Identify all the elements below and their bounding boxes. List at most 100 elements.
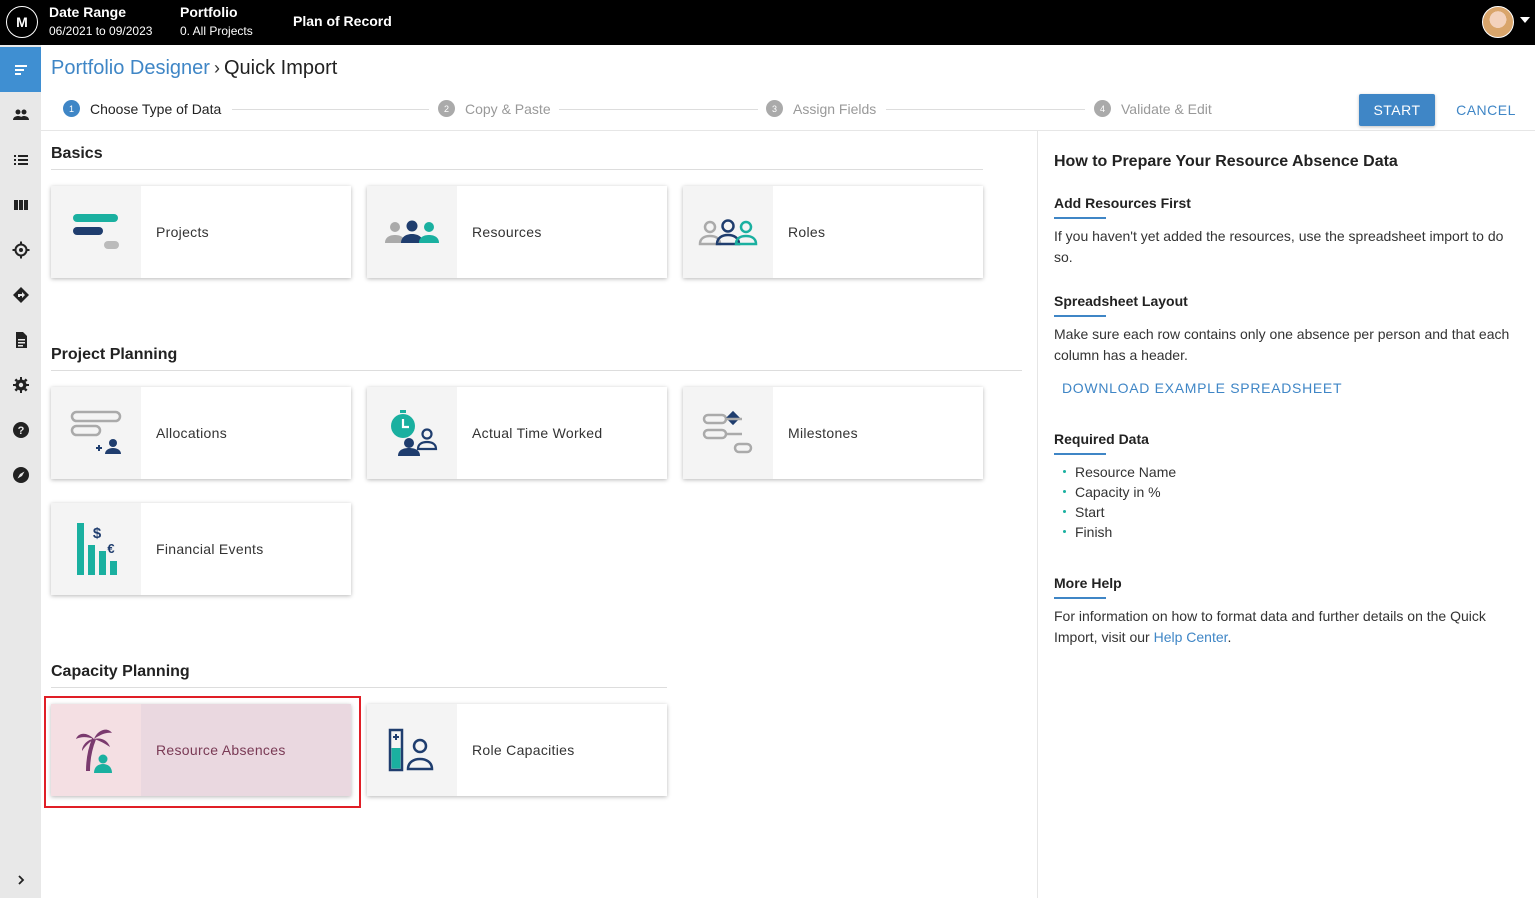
card-roles[interactable]: Roles — [683, 186, 983, 278]
section-title-capacity-planning: Capacity Planning — [51, 663, 190, 680]
left-nav: ? — [0, 45, 41, 898]
heading-underline — [1054, 453, 1106, 455]
chevron-down-icon[interactable] — [1520, 17, 1530, 23]
help-text-end: . — [1227, 629, 1232, 645]
help-center-link[interactable]: Help Center — [1154, 629, 1228, 645]
card-projects[interactable]: Projects — [51, 186, 351, 278]
step-choose-type[interactable]: 1 Choose Type of Data — [63, 100, 221, 117]
people-icon[interactable] — [0, 92, 41, 137]
portfolio-label: Portfolio — [180, 4, 238, 20]
app-logo[interactable]: M — [6, 6, 38, 38]
help-text: Make sure each row contains only one abs… — [1054, 326, 1510, 363]
breadcrumb: Portfolio Designer › Quick Import — [51, 56, 337, 80]
step-connector — [886, 109, 1085, 110]
date-range-value: 06/2021 to 09/2023 — [49, 24, 153, 38]
portfolio-selector[interactable]: Portfolio 0. All Projects — [180, 4, 253, 39]
card-milestones[interactable]: Milestones — [683, 387, 983, 479]
role-capacities-icon — [367, 704, 457, 796]
top-bar: M Date Range 06/2021 to 09/2023 Portfoli… — [0, 0, 1535, 45]
card-label: Resources — [472, 224, 542, 240]
divider — [41, 130, 1535, 131]
section-title-project-planning: Project Planning — [51, 346, 178, 363]
columns-icon[interactable] — [0, 182, 41, 227]
list-item: Resource Name — [1054, 462, 1524, 482]
divider — [51, 169, 983, 170]
card-financial-events[interactable]: $ € Financial Events — [51, 503, 351, 595]
heading-underline — [1054, 597, 1106, 599]
menu-icon[interactable] — [0, 47, 41, 92]
help-heading: Required Data — [1054, 431, 1149, 447]
card-label: Actual Time Worked — [472, 425, 603, 441]
plan-selector[interactable]: Plan of Record — [293, 13, 392, 29]
step-number: 2 — [438, 100, 455, 117]
svg-text:?: ? — [17, 425, 24, 437]
gear-icon[interactable] — [0, 362, 41, 407]
help-panel-title-wrap: How to Prepare Your Resource Absence Dat… — [1054, 153, 1524, 171]
step-label: Choose Type of Data — [90, 100, 222, 117]
document-icon[interactable] — [0, 317, 41, 362]
step-number: 3 — [766, 100, 783, 117]
compass-icon[interactable] — [0, 452, 41, 497]
list-item: Start — [1054, 502, 1524, 522]
breadcrumb-portfolio-designer[interactable]: Portfolio Designer — [51, 57, 210, 79]
help-heading: Add Resources First — [1054, 195, 1191, 211]
page-title: Quick Import — [223, 57, 338, 79]
list-icon[interactable] — [0, 137, 41, 182]
card-label: Projects — [156, 224, 209, 240]
step-label: Validate & Edit — [1121, 100, 1212, 117]
help-text: If you haven't yet added the resources, … — [1054, 228, 1504, 265]
step-assign-fields[interactable]: 3 Assign Fields — [766, 100, 876, 117]
heading-underline — [1054, 315, 1106, 317]
card-role-capacities[interactable]: Role Capacities — [367, 704, 667, 796]
card-resources[interactable]: Resources — [367, 186, 667, 278]
help-section-required: Required Data Resource Name Capacity in … — [1054, 431, 1524, 542]
step-validate-edit[interactable]: 4 Validate & Edit — [1094, 100, 1212, 117]
card-label: Allocations — [156, 425, 228, 441]
help-section-add-resources: Add Resources First If you haven't yet a… — [1054, 195, 1524, 268]
logo-text: M — [16, 14, 28, 30]
avatar[interactable] — [1482, 6, 1514, 38]
date-range-label: Date Range — [49, 4, 127, 20]
start-button[interactable]: START — [1359, 94, 1435, 126]
step-label: Assign Fields — [793, 100, 877, 117]
help-section-more-help: More Help For information on how to form… — [1054, 575, 1524, 648]
list-item: Capacity in % — [1054, 482, 1524, 502]
help-text: For information on how to format data an… — [1054, 606, 1524, 648]
card-label: Milestones — [788, 425, 858, 441]
selection-outline — [44, 696, 361, 808]
divider — [51, 687, 667, 688]
list-item: Finish — [1054, 522, 1524, 542]
step-label: Copy & Paste — [465, 100, 551, 117]
help-panel-title: How to Prepare Your Resource Absence Dat… — [1054, 153, 1398, 170]
step-copy-paste[interactable]: 2 Copy & Paste — [438, 100, 551, 117]
card-label: Role Capacities — [472, 742, 575, 758]
svg-text:$: $ — [93, 525, 102, 542]
projects-icon — [51, 186, 141, 278]
financial-events-icon: $ € — [51, 503, 141, 595]
resources-icon — [367, 186, 457, 278]
card-label: Financial Events — [156, 541, 264, 557]
cancel-button[interactable]: CANCEL — [1449, 94, 1523, 126]
help-icon[interactable]: ? — [0, 407, 41, 452]
date-range-selector[interactable]: Date Range 06/2021 to 09/2023 — [49, 4, 152, 39]
actual-time-icon — [367, 387, 457, 479]
svg-text:€: € — [107, 541, 114, 556]
help-text-body: For information on how to format data an… — [1054, 608, 1486, 645]
download-example-link[interactable]: DOWNLOAD EXAMPLE SPREADSHEET — [1062, 380, 1342, 396]
diamond-direction-icon[interactable] — [0, 272, 41, 317]
target-icon[interactable] — [0, 227, 41, 272]
card-label: Roles — [788, 224, 826, 240]
card-allocations[interactable]: Allocations — [51, 387, 351, 479]
step-connector — [559, 109, 758, 110]
roles-icon — [683, 186, 773, 278]
section-title-basics: Basics — [51, 145, 103, 162]
step-number: 4 — [1094, 100, 1111, 117]
step-number: 1 — [63, 100, 80, 117]
card-actual-time-worked[interactable]: Actual Time Worked — [367, 387, 667, 479]
milestones-icon — [683, 387, 773, 479]
help-heading: Spreadsheet Layout — [1054, 293, 1188, 309]
step-connector — [232, 109, 429, 110]
chevron-right-icon[interactable] — [0, 857, 41, 902]
required-data-list: Resource Name Capacity in % Start Finish — [1054, 462, 1524, 542]
divider — [51, 370, 1022, 371]
